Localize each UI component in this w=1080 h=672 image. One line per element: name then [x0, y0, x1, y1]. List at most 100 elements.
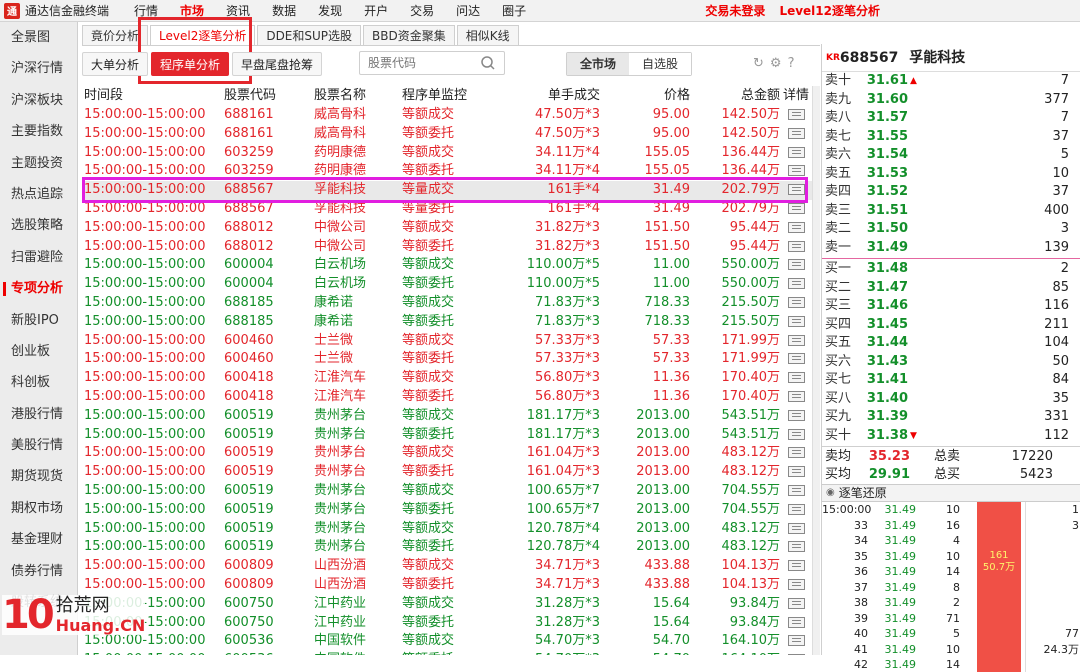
sidebar-item-6[interactable]: 选股策略 — [0, 210, 77, 241]
menu-item-0[interactable]: 行情 — [123, 0, 169, 22]
table-row[interactable]: 15:00:00-15:00:00 600460 士兰微 等额成交 57.33万*3 57… — [82, 332, 812, 351]
detail-icon[interactable] — [787, 296, 805, 308]
detail-icon[interactable] — [787, 146, 805, 158]
market-button-0[interactable]: 全市场 — [567, 53, 629, 75]
column-header-4[interactable]: 单手成交 — [498, 86, 600, 106]
login-status[interactable]: 交易未登录 — [705, 0, 765, 22]
detail-icon[interactable] — [787, 541, 805, 553]
market-button-1[interactable]: 自选股 — [629, 53, 691, 75]
table-scrollbar[interactable] — [812, 86, 820, 655]
table-row[interactable]: 15:00:00-15:00:00600750江中药业等额委托31.28万*31… — [82, 614, 812, 633]
menu-item-6[interactable]: 交易 — [399, 0, 445, 22]
detail-icon[interactable] — [787, 109, 805, 120]
sub-button-2[interactable]: 早盘尾盘抢筹 — [232, 52, 323, 76]
table-row[interactable]: 15:00:00-15:00:00 688185 康希诺 等额委托 71.83万*3 71… — [82, 313, 812, 332]
sidebar-item-11[interactable]: 科创板 — [0, 367, 77, 398]
menu-item-1[interactable]: 市场 — [169, 0, 215, 22]
sidebar-item-2[interactable]: 沪深板块 — [0, 85, 77, 116]
table-row[interactable]: 15:00:00-15:00:00 600519 贵州茅台 等额委托 100.65万*7… — [82, 501, 812, 520]
detail-icon[interactable] — [787, 202, 805, 214]
tab-3[interactable]: BBD资金聚集 — [363, 25, 455, 45]
detail-icon[interactable] — [787, 635, 805, 647]
sidebar-item-5[interactable]: 热点追踪 — [0, 179, 77, 210]
sidebar-item-0[interactable]: 全景图 — [0, 22, 77, 53]
sub-button-0[interactable]: 大单分析 — [82, 52, 149, 76]
table-row[interactable]: 15:00:00-15:00:00600536中国软件等额委托54.70万*35… — [82, 651, 812, 655]
detail-icon[interactable] — [787, 522, 805, 534]
search-button[interactable] — [472, 52, 504, 74]
detail-icon[interactable] — [787, 259, 805, 271]
sidebar-item-10[interactable]: 创业板 — [0, 336, 77, 367]
detail-icon[interactable] — [787, 616, 805, 628]
settings-icon[interactable]: ⚙ — [770, 56, 782, 71]
table-row[interactable]: 15:00:00-15:00:00 688567 孚能科技 等量成交 161手*4 31.… — [82, 181, 812, 200]
column-header-1[interactable]: 股票代码 — [224, 86, 314, 106]
table-row[interactable]: 15:00:00-15:00:00 600809 山西汾酒 等额委托 34.71万*3 4… — [82, 576, 812, 595]
table-row[interactable]: 15:00:00-15:00:00 600004 白云机场 等额委托 110.00万*5… — [82, 275, 812, 294]
tab-2[interactable]: DDE和SUP选股 — [257, 25, 362, 45]
table-row[interactable]: 15:00:00-15:00:00 600418 江淮汽车 等额委托 56.80万*3 1… — [82, 388, 812, 407]
tab-0[interactable]: 竟价分析 — [82, 25, 149, 45]
table-row[interactable]: 15:00:00-15:00:00600750江中药业等额成交31.28万*31… — [82, 595, 812, 614]
table-row[interactable]: 15:00:00-15:00:00 688567 孚能科技 等量委托 161手*4 31.… — [82, 200, 812, 219]
table-row[interactable]: 15:00:00-15:00:00 688185 康希诺 等额成交 71.83万*3 71… — [82, 294, 812, 313]
sidebar-item-7[interactable]: 扫雷避险 — [0, 242, 77, 273]
detail-icon[interactable] — [787, 315, 805, 327]
table-row[interactable]: 15:00:00-15:00:00 600418 江淮汽车 等额成交 56.80万*3 1… — [82, 369, 812, 388]
table-row[interactable]: 15:00:00-15:00:00 600519 贵州茅台 等额成交 120.78万*4… — [82, 520, 812, 539]
detail-icon[interactable] — [787, 184, 805, 196]
table-row[interactable]: 15:00:00-15:00:00 688012 中微公司 等额成交 31.82万*3 1… — [82, 219, 812, 238]
column-header-5[interactable]: 价格 — [600, 86, 690, 106]
detail-icon[interactable] — [787, 240, 805, 252]
detail-icon[interactable] — [787, 334, 805, 346]
level2-status[interactable]: Level12逐笔分析 — [779, 0, 880, 22]
detail-icon[interactable] — [787, 447, 805, 459]
table-row[interactable]: 15:00:00-15:00:00 600519 贵州茅台 等额委托 161.04万*3… — [82, 463, 812, 482]
sidebar-item-14[interactable]: 期货现货 — [0, 461, 77, 492]
table-row[interactable]: 15:00:00-15:00:00 600809 山西汾酒 等额成交 34.71万*3 4… — [82, 557, 812, 576]
sidebar-item-1[interactable]: 沪深行情 — [0, 53, 77, 84]
menu-item-4[interactable]: 发现 — [307, 0, 353, 22]
detail-icon[interactable] — [787, 560, 805, 572]
detail-icon[interactable] — [787, 165, 805, 177]
detail-icon[interactable] — [787, 597, 805, 609]
sidebar-item-4[interactable]: 主题投资 — [0, 148, 77, 179]
menu-item-7[interactable]: 问达 — [445, 0, 491, 22]
column-header-2[interactable]: 股票名称 — [314, 86, 402, 106]
collapse-icon[interactable]: ◉ — [826, 484, 835, 502]
detail-icon[interactable] — [787, 466, 805, 478]
menu-item-8[interactable]: 圈子 — [491, 0, 537, 22]
table-row[interactable]: 15:00:00-15:00:00 603259 药明康德 等额成交 34.11万*4 1… — [82, 144, 812, 163]
tick-restore-header[interactable]: ◉ 逐笔还原 — [822, 484, 1080, 502]
sidebar-item-16[interactable]: 基金理财 — [0, 524, 77, 555]
help-icon[interactable]: ? — [788, 56, 795, 71]
detail-icon[interactable] — [787, 353, 805, 365]
column-header-0[interactable]: 时间段 — [82, 86, 224, 106]
table-row[interactable]: 15:00:00-15:00:00 688012 中微公司 等额委托 31.82万*3 1… — [82, 238, 812, 257]
column-header-3[interactable]: 程序单监控 — [402, 86, 498, 106]
detail-icon[interactable] — [787, 428, 805, 440]
table-row[interactable]: 15:00:00-15:00:00 600519 贵州茅台 等额成交 100.65万*7… — [82, 482, 812, 501]
sidebar-item-12[interactable]: 港股行情 — [0, 399, 77, 430]
detail-icon[interactable] — [787, 390, 805, 402]
table-row[interactable]: 15:00:00-15:00:00 600519 贵州茅台 等额成交 161.04万*3… — [82, 444, 812, 463]
sidebar-item-17[interactable]: 债券行情 — [0, 556, 77, 587]
table-row[interactable]: 15:00:00-15:00:00 600519 贵州茅台 等额成交 181.17万*3… — [82, 407, 812, 426]
detail-icon[interactable] — [787, 578, 805, 590]
sidebar-item-9[interactable]: 新股IPO — [0, 305, 77, 336]
column-header-7[interactable]: 详情 — [780, 86, 812, 106]
table-row[interactable]: 15:00:00-15:00:00 600004 白云机场 等额成交 110.00万*5… — [82, 256, 812, 275]
detail-icon[interactable] — [787, 503, 805, 515]
table-row[interactable]: 15:00:00-15:00:00 688161 威高骨科 等额委托 47.50万*3 9… — [82, 125, 812, 144]
tab-1[interactable]: Level2逐笔分析 — [150, 25, 256, 45]
sub-button-1[interactable]: 程序单分析 — [151, 52, 230, 76]
detail-icon[interactable] — [787, 372, 805, 384]
menu-item-2[interactable]: 资讯 — [215, 0, 261, 22]
sidebar-item-8[interactable]: 专项分析 — [0, 273, 77, 304]
detail-icon[interactable] — [787, 409, 805, 421]
detail-icon[interactable] — [787, 278, 805, 290]
menu-item-3[interactable]: 数据 — [261, 0, 307, 22]
detail-icon[interactable] — [787, 127, 805, 139]
table-row[interactable]: 15:00:00-15:00:00 600519 贵州茅台 等额委托 181.17万*3… — [82, 426, 812, 445]
table-row[interactable]: 15:00:00-15:00:00 600536 中国软件 等额成交 54.70万*3 5… — [82, 632, 812, 651]
